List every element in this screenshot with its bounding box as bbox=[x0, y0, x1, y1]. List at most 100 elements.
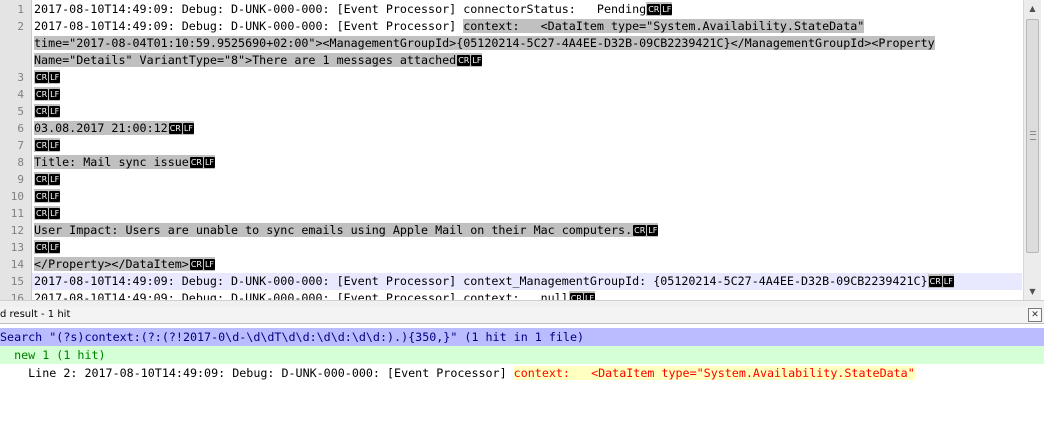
text-run: 2017-08-10T14:49:09: Debug: D-UNK-000-00… bbox=[34, 19, 464, 33]
editor-line[interactable]: 13 CR LF bbox=[11, 239, 1022, 256]
scroll-up-icon[interactable]: ▲ bbox=[1024, 0, 1041, 17]
line-number: 13 bbox=[10, 241, 24, 254]
line-number: 14 bbox=[10, 258, 24, 271]
eol-markers: CR LF bbox=[646, 2, 673, 16]
cr-marker-icon: CR bbox=[569, 293, 583, 300]
lf-marker-icon: LF bbox=[182, 123, 194, 134]
text-run: 2017-08-10T14:49:09: Debug: D-UNK-000-00… bbox=[34, 274, 928, 288]
eol-markers: CR LF bbox=[34, 240, 61, 254]
editor-line[interactable]: 9 CR LF bbox=[17, 171, 1022, 188]
line-number bbox=[0, 35, 24, 52]
cr-marker-icon: CR bbox=[189, 259, 203, 270]
panel-title: d result - 1 hit bbox=[0, 309, 71, 320]
line-number: 1 bbox=[17, 3, 24, 16]
lf-marker-icon: LF bbox=[49, 191, 61, 202]
editor-line[interactable]: 2 2017-08-10T14:49:09: Debug: D-UNK-000-0… bbox=[17, 18, 1022, 35]
line-number: 15 bbox=[10, 275, 24, 288]
selected-text: User Impact: Users are unable to sync em… bbox=[34, 223, 633, 237]
eol-markers: CR LF bbox=[34, 70, 61, 84]
cr-marker-icon: CR bbox=[35, 174, 49, 185]
hit-match-text: context: <DataItem type="System.Availabi… bbox=[513, 366, 915, 380]
lf-marker-icon: LF bbox=[583, 293, 595, 300]
find-results-list[interactable]: Search "(?s)context:(?:(?!2017-0\d-\d\dT… bbox=[0, 324, 1044, 441]
line-text: User Impact: Users are unable to sync em… bbox=[34, 222, 659, 239]
eol-markers: CR LF bbox=[456, 53, 483, 67]
vertical-scrollbar[interactable]: ▲ ▼ bbox=[1023, 0, 1041, 300]
line-text: CR LF bbox=[34, 171, 61, 188]
editor-line[interactable]: 16 2017-08-10T14:49:09: Debug: D-UNK-000-… bbox=[11, 290, 1022, 300]
editor-line[interactable]: 4 CR LF bbox=[17, 86, 1022, 103]
lf-marker-icon: LF bbox=[49, 89, 61, 100]
selected-text: </Property></DataItem> bbox=[34, 257, 189, 271]
line-text: CR LF bbox=[34, 137, 61, 154]
editor-line[interactable]: 10 CR LF bbox=[11, 188, 1022, 205]
lf-marker-icon: LF bbox=[471, 55, 483, 66]
eol-markers: CR LF bbox=[927, 274, 954, 288]
editor-line[interactable]: 1 2017-08-10T14:49:09: Debug: D-UNK-000-0… bbox=[17, 1, 1022, 18]
find-result-panel-header: d result - 1 hit ✕ bbox=[0, 307, 1044, 324]
line-text: 2017-08-10T14:49:09: Debug: D-UNK-000-00… bbox=[34, 18, 865, 35]
eol-markers: CR LF bbox=[34, 189, 61, 203]
eol-markers: CR LF bbox=[34, 87, 61, 101]
scroll-down-icon[interactable]: ▼ bbox=[1024, 283, 1041, 300]
line-number: 8 bbox=[17, 156, 24, 169]
line-text: </Property></DataItem> CR LF bbox=[34, 256, 216, 273]
cr-marker-icon: CR bbox=[35, 106, 49, 117]
cr-marker-icon: CR bbox=[35, 242, 49, 253]
line-text: 03.08.2017 21:00:12 CR LF bbox=[34, 120, 194, 137]
hit-prefix: Line 2: 2017-08-10T14:49:09: Debug: D-UN… bbox=[0, 366, 514, 380]
cr-marker-icon: CR bbox=[928, 276, 942, 287]
selected-text: time="2017-08-04T01:10:59.9525690+02:00"… bbox=[34, 36, 935, 50]
editor-line[interactable]: 6 03.08.2017 21:00:12 CR LF bbox=[17, 120, 1022, 137]
editor-line[interactable]: 5 CR LF bbox=[17, 103, 1022, 120]
eol-markers: CR LF bbox=[34, 104, 61, 118]
lf-marker-icon: LF bbox=[203, 259, 216, 270]
hit-result-row[interactable]: Line 2: 2017-08-10T14:49:09: Debug: D-UN… bbox=[0, 364, 1044, 382]
editor-text-area[interactable]: 1 2017-08-10T14:49:09: Debug: D-UNK-000-0… bbox=[11, 0, 1022, 300]
selected-text: Name="Details" VariantType="8">There are… bbox=[34, 53, 457, 67]
line-text: CR LF bbox=[34, 103, 61, 120]
line-number: 3 bbox=[17, 71, 24, 84]
editor-line[interactable]: 8 Title: Mail sync issue CR LF bbox=[17, 154, 1022, 171]
editor-line[interactable]: 12 User Impact: Users are unable to sync … bbox=[11, 222, 1022, 239]
line-number: 10 bbox=[10, 190, 24, 203]
line-number: 5 bbox=[17, 105, 24, 118]
file-result-row[interactable]: new 1 (1 hit) bbox=[0, 346, 1044, 364]
editor-pane[interactable]: 1 2017-08-10T14:49:09: Debug: D-UNK-000-0… bbox=[0, 0, 1044, 300]
lf-marker-icon: LF bbox=[942, 276, 954, 287]
cr-marker-icon: CR bbox=[35, 72, 49, 83]
cr-marker-icon: CR bbox=[35, 140, 49, 151]
line-number: 12 bbox=[10, 224, 24, 237]
eol-markers: CR LF bbox=[34, 206, 61, 220]
line-text: CR LF bbox=[34, 69, 61, 86]
editor-line[interactable]: 14 </Property></DataItem> CR LF bbox=[11, 256, 1022, 273]
eol-markers: CR LF bbox=[568, 291, 595, 300]
line-text: CR LF bbox=[34, 86, 61, 103]
text-run: 2017-08-10T14:49:09: Debug: D-UNK-000-00… bbox=[34, 291, 569, 300]
line-text: 2017-08-10T14:49:09: Debug: D-UNK-000-00… bbox=[34, 290, 595, 300]
editor-line[interactable]: Name="Details" VariantType="8">There are… bbox=[32, 52, 1022, 69]
close-icon[interactable]: ✕ bbox=[1028, 308, 1042, 322]
editor-line[interactable]: 7 CR LF bbox=[17, 137, 1022, 154]
scrollbar-thumb[interactable] bbox=[1026, 19, 1039, 253]
line-number: 9 bbox=[17, 173, 24, 186]
lf-marker-icon: LF bbox=[49, 242, 61, 253]
search-summary-row[interactable]: Search "(?s)context:(?:(?!2017-0\d-\d\dT… bbox=[0, 328, 1044, 346]
line-text: Name="Details" VariantType="8">There are… bbox=[34, 52, 483, 69]
cr-marker-icon: CR bbox=[35, 89, 49, 100]
line-text: CR LF bbox=[34, 205, 61, 222]
eol-markers: CR LF bbox=[632, 223, 659, 237]
notepad-app: 1 2017-08-10T14:49:09: Debug: D-UNK-000-0… bbox=[0, 0, 1044, 441]
editor-line[interactable]: 15 2017-08-10T14:49:09: Debug: D-UNK-000-… bbox=[11, 273, 1022, 290]
eol-markers: CR LF bbox=[188, 155, 216, 169]
lf-marker-icon: LF bbox=[49, 106, 61, 117]
editor-line[interactable]: time="2017-08-04T01:10:59.9525690+02:00"… bbox=[32, 35, 1022, 52]
editor-line[interactable]: 11 CR LF bbox=[11, 205, 1022, 222]
line-number bbox=[0, 52, 24, 69]
editor-line[interactable]: 3 CR LF bbox=[17, 69, 1022, 86]
lf-marker-icon: LF bbox=[49, 208, 61, 219]
cr-marker-icon: CR bbox=[647, 4, 661, 15]
eol-markers: CR LF bbox=[188, 257, 216, 271]
cr-marker-icon: CR bbox=[35, 191, 49, 202]
line-number: 6 bbox=[17, 122, 24, 135]
